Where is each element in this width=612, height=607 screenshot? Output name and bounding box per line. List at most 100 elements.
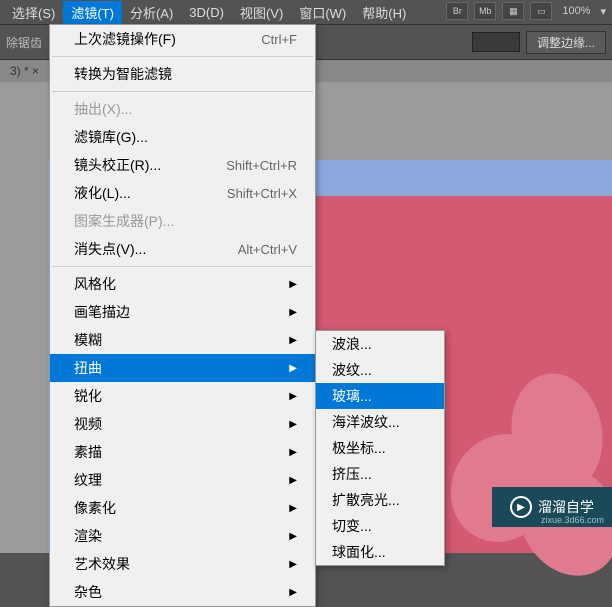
submenu-diffuse[interactable]: 扩散亮光... — [316, 487, 444, 513]
zoom-dropdown-icon[interactable]: ▾ — [600, 5, 606, 18]
menu-view[interactable]: 视图(V) — [232, 1, 291, 24]
menu-pattern[interactable]: 图案生成器(P)... — [50, 207, 315, 235]
menu-label: 纹理 — [74, 470, 102, 490]
refine-edge-button[interactable]: 调整边缘... — [526, 31, 606, 54]
chevron-right-icon: ▶ — [289, 531, 297, 542]
submenu-pinch[interactable]: 挤压... — [316, 461, 444, 487]
submenu-shear[interactable]: 切变... — [316, 513, 444, 539]
play-icon: ▶ — [510, 496, 532, 518]
menu-label: 海洋波纹... — [332, 412, 400, 432]
menu-label: 素描 — [74, 442, 102, 462]
menu-3d[interactable]: 3D(D) — [181, 3, 232, 22]
menu-separator — [52, 266, 313, 267]
distort-submenu: 波浪... 波纹... 玻璃... 海洋波纹... 极坐标... 挤压... 扩… — [315, 330, 445, 566]
menu-sketch[interactable]: 素描 ▶ — [50, 438, 315, 466]
menu-label: 渲染 — [74, 526, 102, 546]
chevron-right-icon: ▶ — [289, 419, 297, 430]
chevron-right-icon: ▶ — [289, 391, 297, 402]
submenu-polar[interactable]: 极坐标... — [316, 435, 444, 461]
screen-icon[interactable]: ▭ — [530, 2, 552, 20]
menu-texture[interactable]: 纹理 ▶ — [50, 466, 315, 494]
menu-label: 抽出(X)... — [74, 99, 132, 119]
menu-lens[interactable]: 镜头校正(R)... Shift+Ctrl+R — [50, 151, 315, 179]
menu-label: 滤镜库(G)... — [74, 127, 148, 147]
br-icon[interactable]: Br — [446, 2, 468, 20]
menu-label: 极坐标... — [332, 438, 386, 458]
menu-label: 波纹... — [332, 360, 372, 380]
menu-label: 切变... — [332, 516, 372, 536]
menu-stylize[interactable]: 风格化 ▶ — [50, 270, 315, 298]
menu-smart-filter[interactable]: 转换为智能滤镜 — [50, 60, 315, 88]
submenu-spherize[interactable]: 球面化... — [316, 539, 444, 565]
submenu-ripple[interactable]: 波纹... — [316, 357, 444, 383]
menu-shortcut: Alt+Ctrl+V — [238, 242, 297, 257]
menu-label: 液化(L)... — [74, 183, 131, 203]
submenu-glass[interactable]: 玻璃... — [316, 383, 444, 409]
filter-menu: 上次滤镜操作(F) Ctrl+F 转换为智能滤镜 抽出(X)... 滤镜库(G)… — [49, 24, 316, 607]
menu-label: 画笔描边 — [74, 302, 130, 322]
menu-label: 玻璃... — [332, 386, 372, 406]
menu-sharpen[interactable]: 锐化 ▶ — [50, 382, 315, 410]
top-icons: Br Mb ▦ ▭ 100% ▾ — [446, 2, 606, 20]
menu-label: 风格化 — [74, 274, 116, 294]
menu-separator — [52, 56, 313, 57]
menu-blur[interactable]: 模糊 ▶ — [50, 326, 315, 354]
chevron-right-icon: ▶ — [289, 279, 297, 290]
menu-brush[interactable]: 画笔描边 ▶ — [50, 298, 315, 326]
menu-label: 像素化 — [74, 498, 116, 518]
menu-label: 镜头校正(R)... — [74, 155, 161, 175]
menu-gallery[interactable]: 滤镜库(G)... — [50, 123, 315, 151]
menu-label: 转换为智能滤镜 — [74, 64, 172, 84]
menu-label: 扭曲 — [74, 358, 102, 378]
chevron-right-icon: ▶ — [289, 335, 297, 346]
toolbar-input[interactable] — [472, 32, 520, 52]
menu-label: 扩散亮光... — [332, 490, 400, 510]
menu-label: 艺术效果 — [74, 554, 130, 574]
chevron-right-icon: ▶ — [289, 503, 297, 514]
submenu-ocean[interactable]: 海洋波纹... — [316, 409, 444, 435]
menu-label: 球面化... — [332, 542, 386, 562]
chevron-right-icon: ▶ — [289, 559, 297, 570]
menu-extract[interactable]: 抽出(X)... — [50, 95, 315, 123]
menu-separator — [52, 91, 313, 92]
menu-label: 挤压... — [332, 464, 372, 484]
menu-label: 波浪... — [332, 334, 372, 354]
menu-analyze[interactable]: 分析(A) — [122, 1, 181, 24]
menu-artistic[interactable]: 艺术效果 ▶ — [50, 550, 315, 578]
chevron-right-icon: ▶ — [289, 447, 297, 458]
grid-icon[interactable]: ▦ — [502, 2, 524, 20]
menu-window[interactable]: 窗口(W) — [291, 1, 354, 24]
chevron-right-icon: ▶ — [289, 363, 297, 374]
menu-video[interactable]: 视频 ▶ — [50, 410, 315, 438]
menu-label: 杂色 — [74, 582, 102, 602]
menu-select[interactable]: 选择(S) — [4, 1, 63, 24]
document-tab[interactable]: 3) * × — [4, 62, 45, 80]
menu-label: 上次滤镜操作(F) — [74, 29, 176, 49]
menu-distort[interactable]: 扭曲 ▶ — [50, 354, 315, 382]
watermark-url: zixue.3d66.com — [541, 515, 604, 525]
menu-filter[interactable]: 滤镜(T) — [63, 1, 122, 24]
menu-vanish[interactable]: 消失点(V)... Alt+Ctrl+V — [50, 235, 315, 263]
mb-icon[interactable]: Mb — [474, 2, 496, 20]
chevron-right-icon: ▶ — [289, 307, 297, 318]
watermark-title: 溜溜自学 — [538, 497, 594, 517]
submenu-wave[interactable]: 波浪... — [316, 331, 444, 357]
menu-label: 模糊 — [74, 330, 102, 350]
chevron-right-icon: ▶ — [289, 475, 297, 486]
watermark: ▶ 溜溜自学 zixue.3d66.com — [492, 487, 612, 527]
menu-liquify[interactable]: 液化(L)... Shift+Ctrl+X — [50, 179, 315, 207]
menu-noise[interactable]: 杂色 ▶ — [50, 578, 315, 606]
menu-pixelate[interactable]: 像素化 ▶ — [50, 494, 315, 522]
zoom-level[interactable]: 100% — [562, 5, 590, 17]
menu-last-filter[interactable]: 上次滤镜操作(F) Ctrl+F — [50, 25, 315, 53]
flower-shape — [432, 363, 612, 583]
menu-shortcut: Ctrl+F — [261, 32, 297, 47]
menubar: 选择(S) 滤镜(T) 分析(A) 3D(D) 视图(V) 窗口(W) 帮助(H… — [0, 0, 612, 24]
menu-label: 消失点(V)... — [74, 239, 146, 259]
menu-help[interactable]: 帮助(H) — [354, 1, 414, 24]
menu-label: 锐化 — [74, 386, 102, 406]
menu-render[interactable]: 渲染 ▶ — [50, 522, 315, 550]
menu-shortcut: Shift+Ctrl+R — [226, 158, 297, 173]
menu-label: 视频 — [74, 414, 102, 434]
chevron-right-icon: ▶ — [289, 587, 297, 598]
